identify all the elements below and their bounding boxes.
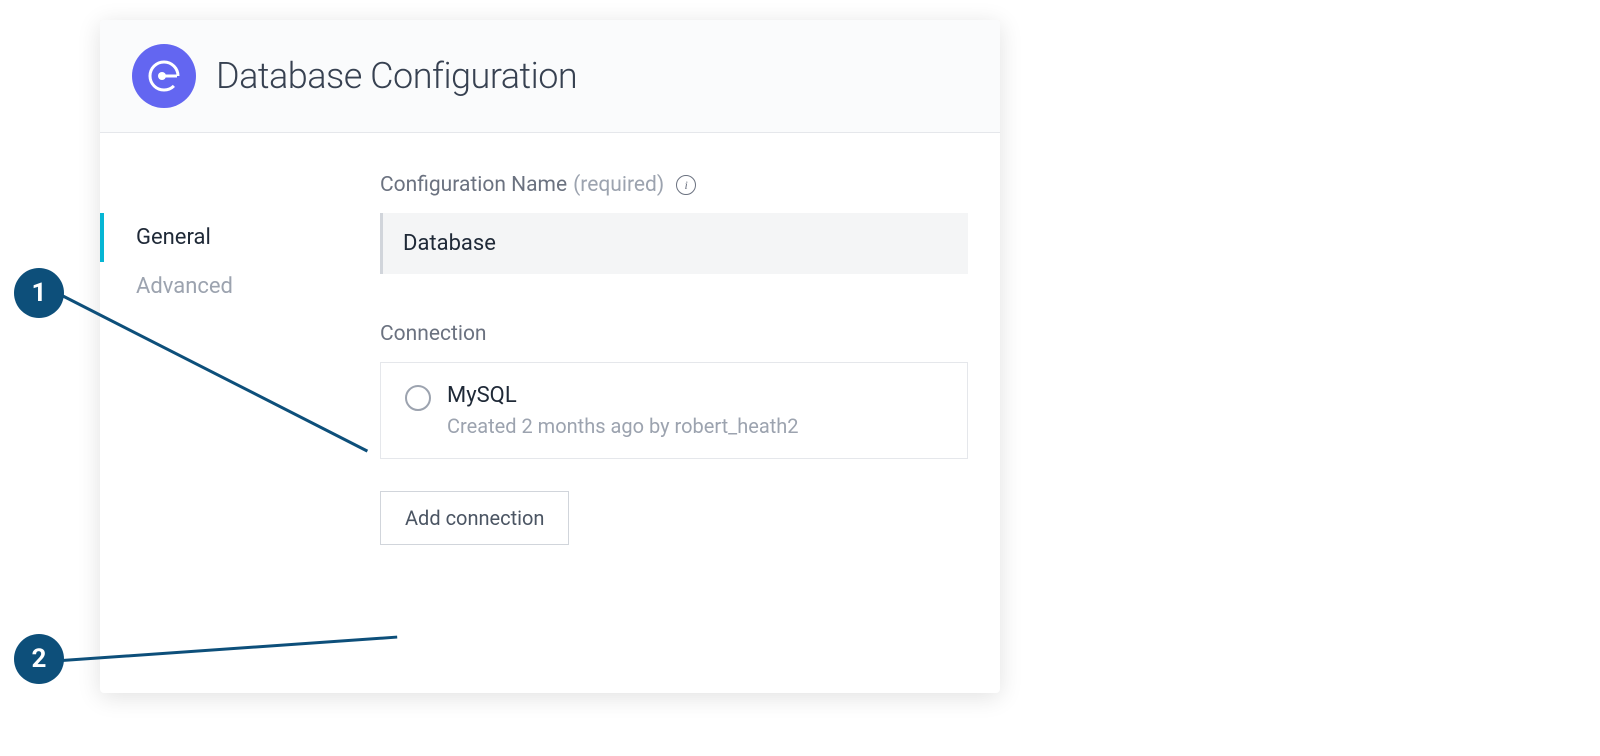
config-name-label-text: Configuration Name	[380, 173, 567, 197]
panel-title: Database Configuration	[216, 55, 577, 97]
callout-2: 2	[14, 634, 64, 684]
content-area: Configuration Name (required) i Connecti…	[340, 173, 968, 653]
add-connection-button[interactable]: Add connection	[380, 491, 569, 545]
connection-meta: Created 2 months ago by robert_heath2	[447, 414, 943, 438]
config-name-group: Configuration Name (required) i	[380, 173, 968, 274]
panel-body: General Advanced Configuration Name (req…	[100, 133, 1000, 693]
required-indicator: (required)	[573, 173, 664, 197]
connection-label: Connection	[380, 322, 968, 346]
info-icon[interactable]: i	[676, 175, 696, 195]
tab-general[interactable]: General	[100, 213, 340, 262]
connection-info: MySQL Created 2 months ago by robert_hea…	[447, 383, 943, 438]
connection-name: MySQL	[447, 383, 943, 408]
connection-group: Connection MySQL Created 2 months ago by…	[380, 322, 968, 545]
connector-icon	[132, 44, 196, 108]
config-panel: Database Configuration General Advanced …	[100, 20, 1000, 693]
tabs-nav: General Advanced	[100, 173, 340, 653]
tab-advanced[interactable]: Advanced	[100, 262, 340, 311]
callout-1: 1	[14, 268, 64, 318]
config-name-input[interactable]	[380, 213, 968, 274]
connection-card[interactable]: MySQL Created 2 months ago by robert_hea…	[380, 362, 968, 459]
config-name-label: Configuration Name (required) i	[380, 173, 968, 197]
connection-radio[interactable]	[405, 385, 431, 411]
panel-header: Database Configuration	[100, 20, 1000, 133]
